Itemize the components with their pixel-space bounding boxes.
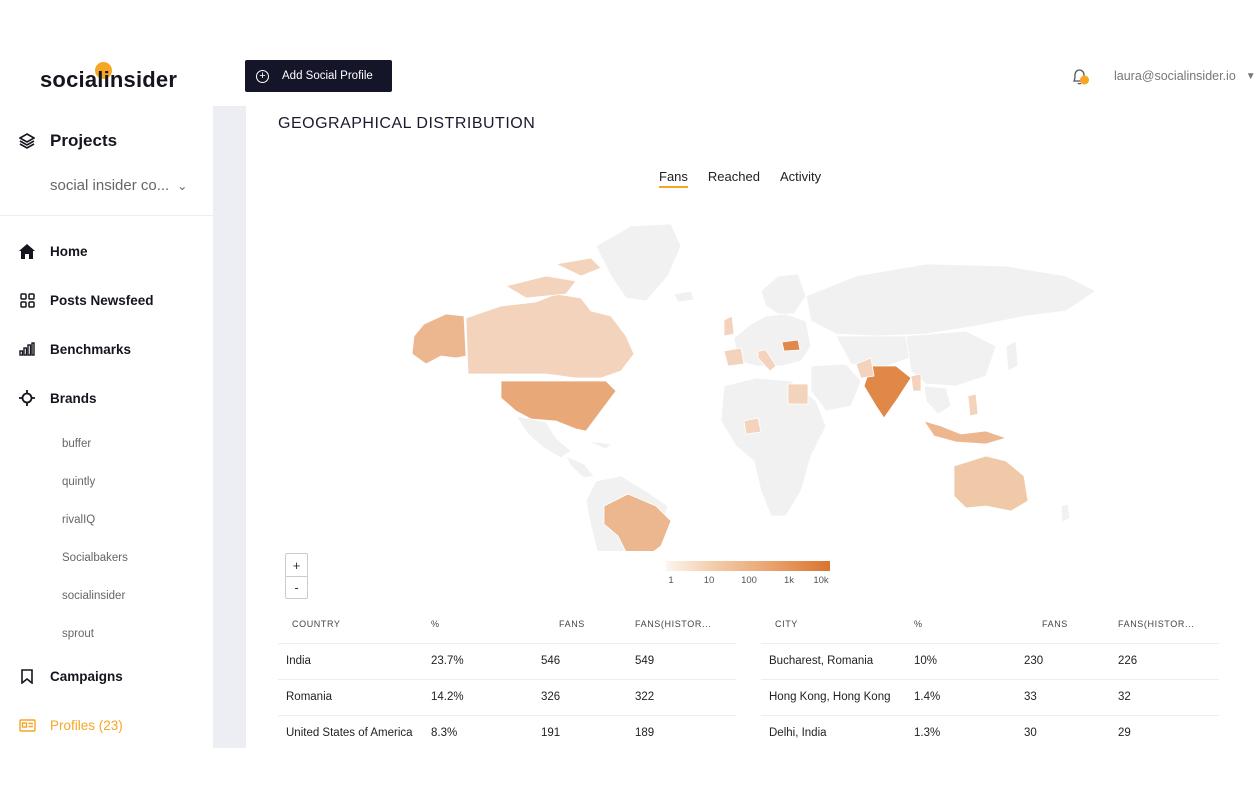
brand-item-socialbakers[interactable]: Socialbakers <box>62 552 128 564</box>
sidebar-item-profiles[interactable]: Profiles (23) <box>18 716 123 734</box>
sidebar-item-campaigns[interactable]: Campaigns <box>18 667 123 685</box>
region-uk <box>723 315 735 337</box>
topbar: + Add Social Profile laura@socialinsider… <box>213 53 1260 106</box>
col-fans-history[interactable]: FANS(HISTOR... <box>635 606 736 644</box>
profile-card-icon <box>18 716 36 734</box>
user-email: laura@socialinsider.io <box>1114 69 1236 83</box>
region-russia <box>805 263 1097 337</box>
zoom-in-button[interactable]: + <box>286 554 307 576</box>
col-fans-history[interactable]: FANS(HISTOR... <box>1118 606 1219 644</box>
region-romania <box>781 339 801 352</box>
region-central-asia <box>835 335 917 367</box>
col-country[interactable]: COUNTRY <box>278 606 431 644</box>
region-europe <box>733 313 812 367</box>
brand-item-sprout[interactable]: sprout <box>62 628 94 640</box>
region-middle-east <box>810 363 862 412</box>
sidebar-item-brands[interactable]: Brands <box>18 389 97 407</box>
col-percent[interactable]: % <box>431 606 541 644</box>
map-zoom-control: + - <box>285 553 308 599</box>
table-row[interactable]: India 23.7% 546 549 <box>278 643 736 680</box>
brand-item-buffer[interactable]: buffer <box>62 438 91 450</box>
project-select[interactable]: social insider co... ⌄ <box>50 177 187 194</box>
table-row[interactable]: Romania 14.2% 326 322 <box>278 679 736 716</box>
region-central-america <box>565 440 612 479</box>
metric-tabs: Fans Reached Activity <box>659 169 841 188</box>
sidebar-item-benchmarks[interactable]: Benchmarks <box>18 340 131 358</box>
home-icon <box>18 242 36 260</box>
legend-tick: 1 <box>668 575 674 586</box>
sidebar-item-home[interactable]: Home <box>18 242 88 260</box>
region-nigeria <box>743 417 762 435</box>
tab-fans[interactable]: Fans <box>659 169 688 188</box>
bell-icon[interactable] <box>1070 67 1090 92</box>
brand-item-quintly[interactable]: quintly <box>62 476 95 488</box>
region-philippines <box>967 393 979 417</box>
plus-circle-icon: + <box>256 69 269 83</box>
region-alaska <box>411 313 467 365</box>
legend-tick: 10 <box>703 575 715 586</box>
region-scandinavia <box>760 273 807 315</box>
table-row[interactable]: Bucharest, Romania 10% 230 226 <box>761 643 1219 680</box>
region-canada <box>465 293 635 379</box>
region-iceland <box>673 290 695 303</box>
region-southeast-asia <box>923 385 952 415</box>
country-table-header: COUNTRY % FANS FANS(HISTOR... <box>278 606 736 644</box>
region-myanmar <box>910 373 922 392</box>
tab-reached[interactable]: Reached <box>708 169 760 188</box>
col-fans[interactable]: FANS <box>1024 606 1118 644</box>
layers-icon <box>18 132 36 150</box>
city-table: CITY % FANS FANS(HISTOR... Bucharest, Ro… <box>761 606 1219 748</box>
legend-tick: 1k <box>783 575 795 586</box>
region-indonesia <box>923 420 1008 445</box>
table-row[interactable]: Delhi, India 1.3% 30 29 <box>761 715 1219 748</box>
sidebar-item-posts-newsfeed[interactable]: Posts Newsfeed <box>18 291 154 309</box>
projects-label: Projects <box>50 131 118 150</box>
zoom-out-button[interactable]: - <box>286 576 307 598</box>
sidebar-divider <box>0 215 213 216</box>
brand-item-rivaliq[interactable]: rivalIQ <box>62 514 95 526</box>
bookmark-icon <box>18 667 36 685</box>
col-city[interactable]: CITY <box>761 606 914 644</box>
sidebar-projects[interactable]: Projects <box>18 131 117 151</box>
legend-tick: 100 <box>741 575 757 586</box>
brand-item-socialinsider[interactable]: socialinsider <box>62 590 125 602</box>
legend-tick: 10k <box>813 575 829 586</box>
legend-ticks: 1 10 100 1k 10k <box>666 575 830 589</box>
region-japan <box>1005 340 1019 372</box>
region-spain <box>723 347 745 367</box>
grid-icon <box>18 291 36 309</box>
tab-activity[interactable]: Activity <box>780 169 821 188</box>
table-row[interactable]: United States of America 8.3% 191 189 <box>278 715 736 748</box>
user-menu[interactable]: laura@socialinsider.io ▼ <box>1114 69 1256 83</box>
region-africa <box>720 377 827 517</box>
map-legend: 1 10 100 1k 10k <box>666 561 830 589</box>
logo[interactable]: socialinsider <box>40 62 177 93</box>
geo-distribution-card: GEOGRAPHICAL DISTRIBUTION Fans Reached A… <box>246 106 1260 748</box>
region-new-zealand <box>1060 503 1071 523</box>
city-table-header: CITY % FANS FANS(HISTOR... <box>761 606 1219 644</box>
card-title: GEOGRAPHICAL DISTRIBUTION <box>278 115 536 132</box>
app-window: socialinsider Projects social insider co… <box>0 53 1260 748</box>
country-table: COUNTRY % FANS FANS(HISTOR... India 23.7… <box>278 606 736 748</box>
region-usa <box>500 380 617 432</box>
chevron-down-icon: ⌄ <box>177 178 188 193</box>
region-australia <box>953 455 1029 512</box>
region-egypt <box>787 383 809 405</box>
region-arctic-islands <box>504 257 602 299</box>
col-fans[interactable]: FANS <box>541 606 635 644</box>
region-greenland <box>595 223 682 302</box>
add-social-profile-button[interactable]: + Add Social Profile <box>245 60 392 92</box>
bar-chart-icon <box>18 340 36 358</box>
legend-gradient <box>666 561 830 571</box>
sidebar: socialinsider Projects social insider co… <box>0 53 213 748</box>
table-row[interactable]: Hong Kong, Hong Kong 1.4% 33 32 <box>761 679 1219 716</box>
world-map[interactable] <box>406 206 1101 551</box>
caret-down-icon: ▼ <box>1245 70 1256 82</box>
crosshair-icon <box>18 389 36 407</box>
col-percent[interactable]: % <box>914 606 1024 644</box>
